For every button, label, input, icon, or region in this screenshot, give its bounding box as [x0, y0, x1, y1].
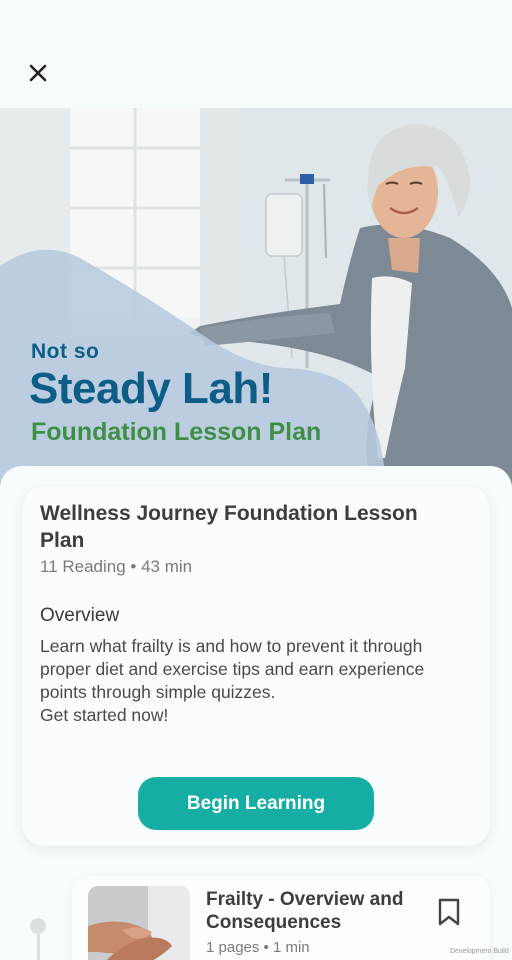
close-button[interactable]	[22, 57, 54, 89]
overview-heading: Overview	[40, 605, 120, 626]
top-bar	[0, 0, 512, 108]
timeline-line	[37, 932, 40, 960]
bookmark-button[interactable]	[434, 896, 464, 928]
hero-subtitle: Foundation Lesson Plan	[31, 418, 322, 446]
lesson-plan-meta: 11 Reading • 43 min	[40, 557, 193, 576]
lesson-thumbnail	[88, 886, 190, 960]
build-watermark: Development Build	[450, 948, 509, 955]
hero-title: Steady Lah!	[29, 364, 273, 413]
bookmark-icon	[438, 898, 460, 926]
lesson-meta: 1 pages • 1 min	[206, 939, 310, 956]
lesson-plan-title: Wellness Journey Foundation Lesson Plan	[40, 502, 418, 552]
lesson-title: Frailty - Overview and Consequences	[206, 889, 404, 933]
lesson-item[interactable]: Frailty - Overview and Consequences 1 pa…	[72, 876, 490, 960]
overview-text: Learn what frailty is and how to prevent…	[40, 636, 425, 725]
hero-kicker: Not so	[31, 340, 100, 363]
begin-learning-button[interactable]: Begin Learning	[138, 777, 374, 830]
close-icon	[29, 64, 47, 82]
lesson-plan-card: Wellness Journey Foundation Lesson Plan …	[22, 486, 490, 846]
